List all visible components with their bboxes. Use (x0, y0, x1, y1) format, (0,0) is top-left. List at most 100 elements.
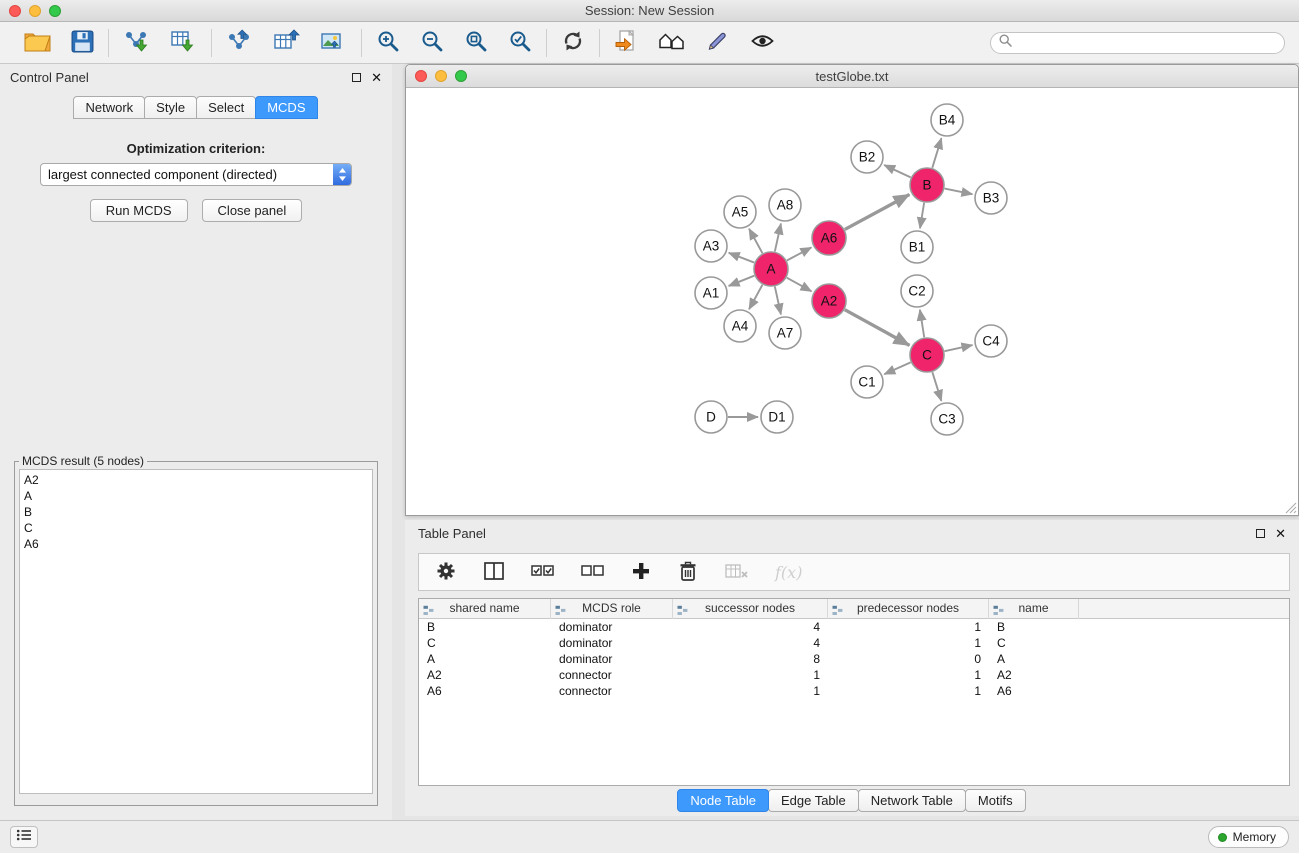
table-row[interactable]: A6connector11A6 (419, 683, 1289, 699)
graph-node-A2[interactable]: A2 (812, 284, 846, 318)
delete-table-button[interactable] (723, 560, 751, 585)
graph-edge-C-C4[interactable] (945, 345, 973, 351)
graph-node-A8[interactable]: A8 (769, 189, 801, 221)
show-task-history-button[interactable] (10, 826, 38, 848)
graph-edge-A-A4[interactable] (749, 285, 762, 309)
run-mcds-button[interactable]: Run MCDS (90, 199, 188, 222)
graph-edge-A-A8[interactable] (775, 224, 781, 252)
open-session-file-button[interactable] (612, 27, 640, 58)
graph-node-A[interactable]: A (754, 252, 788, 286)
graph-edge-C-C2[interactable] (920, 310, 924, 337)
optimization-criterion-select[interactable]: largest connected component (directed) (40, 163, 352, 186)
graph-edge-B-B2[interactable] (884, 165, 910, 177)
mcds-result-item[interactable]: A6 (24, 536, 372, 552)
save-session-button[interactable] (69, 28, 96, 58)
table-row[interactable]: A2connector11A2 (419, 667, 1289, 683)
table-settings-button[interactable] (433, 558, 459, 587)
zoom-out-button[interactable] (418, 27, 446, 58)
tab-motifs[interactable]: Motifs (965, 789, 1026, 812)
add-column-button[interactable] (629, 559, 653, 586)
graph-node-C2[interactable]: C2 (901, 275, 933, 307)
graph-node-A3[interactable]: A3 (695, 230, 727, 262)
zoom-in-button[interactable] (374, 27, 402, 58)
function-builder-button[interactable]: f(x) (773, 561, 804, 584)
zoom-fit-button[interactable] (462, 27, 490, 58)
graph-edge-B-B1[interactable] (920, 203, 924, 228)
graph-edge-A-A5[interactable] (749, 229, 762, 253)
tab-style[interactable]: Style (144, 96, 197, 119)
graph-edge-C-C1[interactable] (884, 362, 910, 374)
zoom-selected-button[interactable] (506, 27, 534, 58)
graph-node-C3[interactable]: C3 (931, 403, 963, 435)
network-window-title-bar[interactable]: testGlobe.txt (406, 65, 1298, 88)
search-input[interactable] (1017, 36, 1276, 50)
graph-node-A4[interactable]: A4 (724, 310, 756, 342)
tab-network-table[interactable]: Network Table (858, 789, 966, 812)
mcds-result-item[interactable]: A2 (24, 472, 372, 488)
float-table-panel-icon[interactable] (1256, 529, 1265, 538)
graph-node-A5[interactable]: A5 (724, 196, 756, 228)
table-row[interactable]: Bdominator41B (419, 619, 1289, 635)
graph-node-C[interactable]: C (910, 338, 944, 372)
graph-node-A6[interactable]: A6 (812, 221, 846, 255)
tab-select[interactable]: Select (196, 96, 256, 119)
tab-network[interactable]: Network (73, 96, 145, 119)
apply-style-button[interactable] (704, 27, 732, 58)
close-panel-icon[interactable]: ✕ (371, 71, 382, 84)
export-table-button[interactable] (271, 27, 302, 59)
resize-grip-icon[interactable] (1285, 502, 1297, 514)
graph-node-B[interactable]: B (910, 168, 944, 202)
graph-node-B4[interactable]: B4 (931, 104, 963, 136)
graph-edge-A-A2[interactable] (787, 278, 812, 292)
open-file-button[interactable] (22, 28, 53, 58)
tab-mcds[interactable]: MCDS (255, 96, 317, 119)
graph-edge-C-C3[interactable] (932, 372, 941, 401)
close-panel-button[interactable]: Close panel (202, 199, 303, 222)
table-row[interactable]: Cdominator41C (419, 635, 1289, 651)
toggle-columns-button[interactable] (481, 558, 507, 587)
graph-edge-A2-C[interactable] (845, 310, 910, 346)
import-table-button[interactable] (168, 27, 199, 59)
column-header-successor-nodes[interactable]: successor nodes (673, 599, 828, 619)
graph-edge-A-A7[interactable] (775, 287, 781, 315)
graph-edge-A-A1[interactable] (729, 276, 755, 286)
graph-edge-B-B4[interactable] (932, 138, 941, 168)
export-network-button[interactable] (224, 27, 255, 59)
network-home-button[interactable] (656, 28, 688, 58)
column-header-name[interactable]: name (989, 599, 1079, 619)
graph-node-C1[interactable]: C1 (851, 366, 883, 398)
table-row[interactable]: Adominator80A (419, 651, 1289, 667)
refresh-view-button[interactable] (559, 27, 587, 58)
graph-node-B2[interactable]: B2 (851, 141, 883, 173)
graph-node-D1[interactable]: D1 (761, 401, 793, 433)
delete-column-button[interactable] (675, 558, 701, 587)
tab-edge-table[interactable]: Edge Table (768, 789, 859, 812)
mcds-result-item[interactable]: B (24, 504, 372, 520)
column-header-shared-name[interactable]: shared name (419, 599, 551, 619)
network-canvas-svg[interactable]: B4B2BB3A8A5A6A3B1AA1C2A2A4A7C4CC1C3DD1 (406, 88, 1298, 515)
float-panel-icon[interactable] (352, 73, 361, 82)
mcds-result-item[interactable]: A (24, 488, 372, 504)
search-box[interactable] (990, 32, 1285, 54)
graph-node-D[interactable]: D (695, 401, 727, 433)
close-table-panel-icon[interactable]: ✕ (1275, 527, 1286, 540)
graph-node-B3[interactable]: B3 (975, 182, 1007, 214)
select-all-button[interactable] (529, 560, 557, 585)
memory-button[interactable]: Memory (1208, 826, 1289, 848)
mcds-result-item[interactable]: C (24, 520, 372, 536)
graph-edge-A6-B[interactable] (845, 195, 910, 230)
tab-node-table[interactable]: Node Table (677, 789, 769, 812)
graph-edge-B-B3[interactable] (945, 189, 973, 195)
graph-node-A1[interactable]: A1 (695, 277, 727, 309)
graph-node-B1[interactable]: B1 (901, 231, 933, 263)
export-image-button[interactable] (318, 27, 349, 59)
import-network-button[interactable] (121, 27, 152, 59)
graph-edge-A-A3[interactable] (729, 253, 754, 263)
show-hide-button[interactable] (748, 28, 777, 57)
column-header-predecessor-nodes[interactable]: predecessor nodes (828, 599, 989, 619)
deselect-all-button[interactable] (579, 560, 607, 585)
graph-edge-A-A6[interactable] (787, 247, 811, 260)
graph-node-A7[interactable]: A7 (769, 317, 801, 349)
column-header-mcds-role[interactable]: MCDS role (551, 599, 673, 619)
network-canvas[interactable]: B4B2BB3A8A5A6A3B1AA1C2A2A4A7C4CC1C3DD1 (406, 88, 1298, 515)
